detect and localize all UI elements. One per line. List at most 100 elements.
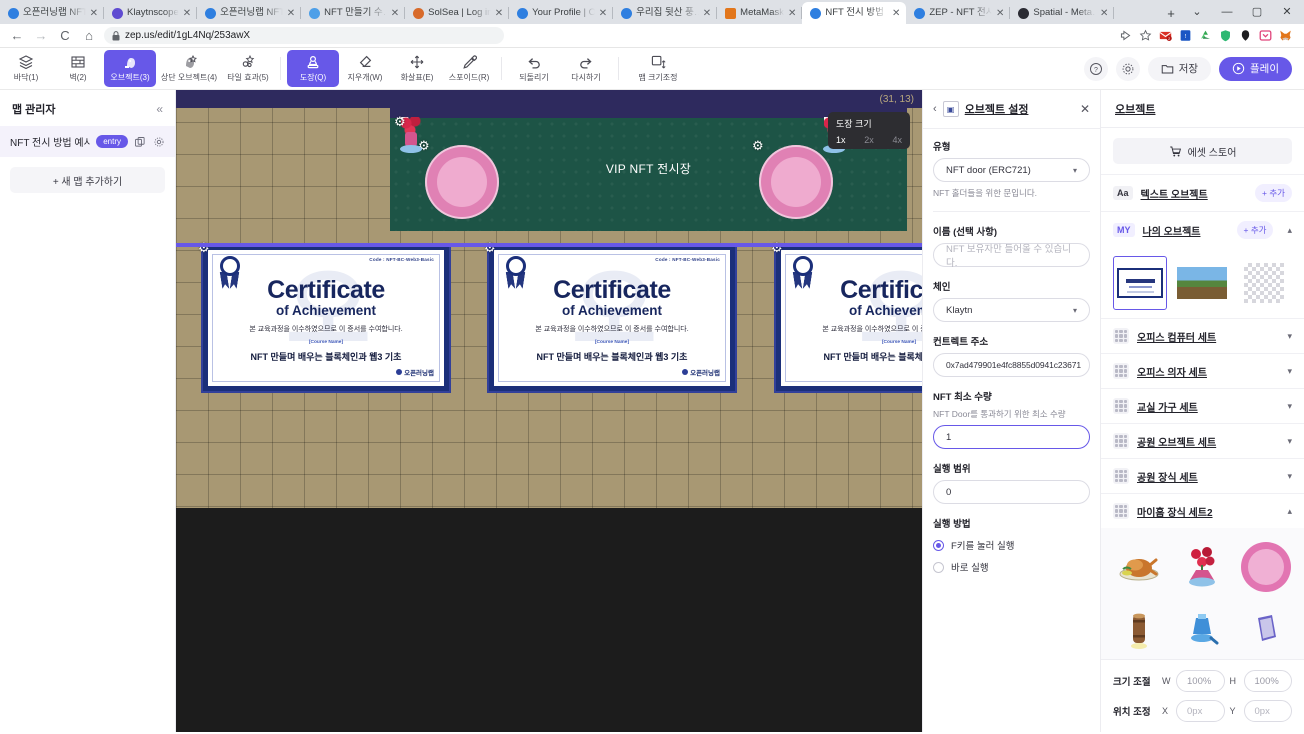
play-button[interactable]: 플레이 — [1219, 56, 1292, 81]
my-object-thumbnail-transparent[interactable] — [1237, 256, 1291, 310]
size-h-input[interactable]: 100% — [1243, 670, 1292, 692]
stamp-size-option[interactable]: 1x — [836, 135, 846, 145]
text-object-row[interactable]: Aa 텍스트 오브젝트 + 추가 — [1101, 174, 1304, 211]
certificate-object-2[interactable]: 오 Code : NFT-BC-Web3-Basic Certificate o… — [487, 243, 737, 393]
back-button[interactable]: ← — [8, 28, 26, 43]
chevron-down-icon[interactable]: ▾ — [1287, 401, 1292, 412]
tool-undo[interactable]: 되돌리기 — [508, 50, 560, 87]
tab-search-icon[interactable]: ⌄ — [1182, 0, 1212, 24]
name-input[interactable]: NFT 보유자만 들어올 수 있습니다. — [933, 243, 1090, 269]
tool-eyedropper[interactable]: 스포이드(R) — [443, 50, 495, 87]
pink-rug-left[interactable] — [425, 145, 499, 219]
objects-scroll-area[interactable]: 에셋 스토어 Aa 텍스트 오브젝트 + 추가 MY 나의 오브젝트 + 추가 … — [1101, 128, 1304, 659]
stamp-size-popup[interactable]: 도장 크기 1x 2x 4x — [828, 112, 910, 149]
browser-tab[interactable]: 오픈러닝랩 NFT ✕ — [0, 2, 104, 24]
editor-settings-button[interactable] — [1115, 56, 1140, 81]
chevron-down-icon[interactable]: ▾ — [1287, 331, 1292, 342]
close-icon[interactable]: ✕ — [287, 8, 295, 19]
chevron-down-icon[interactable]: ▾ — [1287, 366, 1292, 377]
chevron-down-icon[interactable]: ▾ — [1287, 436, 1292, 447]
radio-button[interactable] — [933, 561, 944, 573]
new-tab-button[interactable]: + — [1160, 2, 1182, 24]
stamp-size-option[interactable]: 4x — [892, 135, 902, 145]
browser-tab[interactable]: 오픈러닝랩 NFT ✕ — [197, 2, 302, 24]
browser-tab[interactable]: 우리집 뒷산 풍… ✕ — [613, 2, 718, 24]
browser-tab[interactable]: MetaMask ✕ — [717, 2, 803, 24]
address-bar[interactable]: zep.us/edit/1gL4Nq/253awX — [104, 27, 504, 44]
object-category-row[interactable]: 오피스 의자 세트 ▾ — [1101, 353, 1304, 388]
object-tile-roast-chicken[interactable] — [1107, 536, 1171, 598]
object-category-row[interactable]: 공원 장식 세트 ▾ — [1101, 458, 1304, 493]
asset-store-button[interactable]: 에셋 스토어 — [1113, 138, 1292, 164]
copy-icon[interactable] — [134, 136, 146, 148]
browser-tab[interactable]: Your Profile | O… ✕ — [509, 2, 614, 24]
certificate-object-3[interactable]: 오 Code : NFT-BC-Web3-Basic Certificate o… — [774, 243, 922, 393]
gmail-icon[interactable]: 2 — [1159, 29, 1172, 42]
tool-layers[interactable]: 바닥(1) — [0, 50, 52, 87]
forward-button[interactable]: → — [32, 28, 50, 43]
browser-tab[interactable]: SolSea | Log in ✕ — [405, 2, 510, 24]
text-object-add-button[interactable]: + 추가 — [1255, 184, 1292, 202]
object-category-row[interactable]: 교실 가구 세트 ▾ — [1101, 388, 1304, 423]
gear-icon[interactable] — [153, 136, 165, 148]
close-icon[interactable]: ✕ — [495, 8, 503, 19]
pink-rug-right[interactable] — [759, 145, 833, 219]
close-icon[interactable]: ✕ — [892, 8, 900, 19]
close-window-icon[interactable]: ✕ — [1272, 0, 1302, 24]
object-category-row[interactable]: 오피스 컴퓨터 세트 ▾ — [1101, 318, 1304, 353]
bookmark-star-icon[interactable] — [1139, 29, 1152, 42]
exec-method-option[interactable]: 바로 실행 — [933, 560, 1090, 574]
my-object-row[interactable]: MY 나의 오브젝트 + 추가 ▴ — [1101, 211, 1304, 248]
minimize-icon[interactable]: — — [1212, 0, 1242, 24]
position-y-input[interactable]: 0px — [1243, 700, 1292, 722]
object-tile-flower-vase[interactable] — [1171, 536, 1235, 598]
min-quantity-input[interactable]: 1 — [933, 425, 1090, 449]
stamp-size-option[interactable]: 2x — [864, 135, 874, 145]
chevron-double-left-icon[interactable]: « — [156, 102, 163, 116]
save-button[interactable]: 저장 — [1147, 56, 1212, 81]
chevron-up-icon[interactable]: ▴ — [1287, 225, 1292, 236]
help-button[interactable]: ? — [1083, 56, 1108, 81]
close-icon[interactable]: ✕ — [90, 8, 98, 19]
chain-select[interactable]: Klaytn ▾ — [933, 298, 1090, 322]
map-canvas[interactable]: VIP NFT 전시장 ⚙ ⚙ ⚙ (31, 13) 도장 크기 1x 2x 4x … — [176, 90, 922, 732]
metamask-icon[interactable] — [1279, 29, 1292, 42]
close-icon[interactable]: ✕ — [391, 8, 399, 19]
type-select[interactable]: NFT door (ERC721) ▾ — [933, 158, 1090, 182]
map-resize-button[interactable]: 맵 크기조정 — [625, 50, 691, 87]
position-x-input[interactable]: 0px — [1176, 700, 1225, 722]
my-object-thumbnail-landscape[interactable] — [1175, 256, 1229, 310]
close-icon[interactable]: ✕ — [996, 8, 1004, 19]
object-tile-pink-rug[interactable] — [1234, 536, 1298, 598]
home-button[interactable]: ⌂ — [80, 28, 98, 43]
close-icon[interactable]: ✕ — [703, 8, 711, 19]
object-tile-wooden-barrel[interactable] — [1107, 598, 1171, 659]
reload-button[interactable]: C — [56, 28, 74, 43]
tool-wall[interactable]: 벽(2) — [52, 50, 104, 87]
radio-button[interactable] — [933, 539, 944, 551]
close-icon[interactable]: ✕ — [183, 8, 191, 19]
browser-tab[interactable]: NFT 전시 방법 … ✕ — [802, 2, 907, 24]
chevron-left-icon[interactable]: ‹ — [933, 103, 937, 115]
map-list-item[interactable]: NFT 전시 방법 예시 entry — [0, 126, 175, 157]
translate-icon[interactable]: ! — [1179, 29, 1192, 42]
pocket-icon[interactable] — [1259, 29, 1272, 42]
my-object-add-button[interactable]: + 추가 — [1236, 221, 1274, 239]
browser-tab[interactable]: Klaytnscope ✕ — [104, 2, 198, 24]
close-icon[interactable]: ✕ — [599, 8, 607, 19]
size-w-input[interactable]: 100% — [1176, 670, 1225, 692]
recycle-icon[interactable] — [1199, 29, 1212, 42]
exec-method-option[interactable]: F키를 눌러 실행 — [933, 538, 1090, 552]
object-category-row[interactable]: 공원 오브젝트 세트 ▾ — [1101, 423, 1304, 458]
close-icon[interactable]: ✕ — [788, 8, 796, 19]
certificate-object-1[interactable]: 오 Code : NFT-BC-Web3-Basic Certificate o… — [201, 243, 451, 393]
close-icon[interactable]: ✕ — [1100, 8, 1108, 19]
browser-tab[interactable]: NFT 만들기 수… ✕ — [301, 2, 406, 24]
shield-icon[interactable] — [1219, 29, 1232, 42]
chevron-down-icon[interactable]: ▾ — [1287, 471, 1292, 482]
tool-eraser[interactable]: 지우개(W) — [339, 50, 391, 87]
object-tile-purple-book[interactable] — [1234, 598, 1298, 659]
tool-move[interactable]: 화살표(E) — [391, 50, 443, 87]
contract-input[interactable]: 0x7ad479901e4fc8855d0941c23671 — [933, 353, 1090, 377]
tool-stamp[interactable]: 도장(Q) — [287, 50, 339, 87]
